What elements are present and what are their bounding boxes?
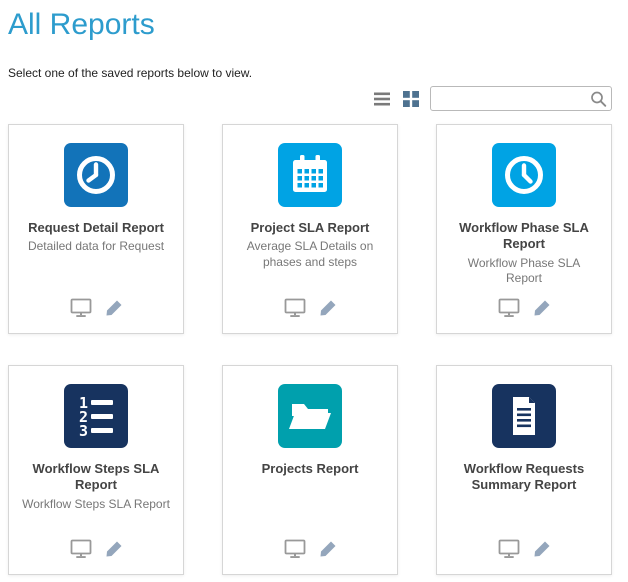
report-title: Project SLA Report [237, 220, 384, 236]
report-subtitle: Detailed data for Request [16, 239, 176, 255]
report-card-request-detail[interactable]: Request Detail Report Detailed data for … [8, 124, 184, 334]
card-footer [284, 539, 337, 559]
reports-grid: Request Detail Report Detailed data for … [8, 124, 612, 575]
card-footer [70, 539, 123, 559]
edit-report-icon[interactable] [533, 299, 551, 317]
view-report-icon[interactable] [70, 298, 92, 318]
search-icon[interactable] [590, 90, 607, 107]
card-footer [284, 298, 337, 318]
card-footer [498, 539, 551, 559]
view-report-icon[interactable] [284, 539, 306, 559]
calendar-icon [278, 143, 342, 207]
report-card-workflow-steps-sla[interactable]: 1 2 3 Workflow Steps SLA Report Workflow… [8, 365, 184, 575]
report-icon-tile [64, 143, 128, 207]
report-icon-tile [278, 143, 342, 207]
report-card-projects[interactable]: Projects Report [222, 365, 398, 575]
report-card-workflow-requests-summary[interactable]: Workflow Requests Summary Report [436, 365, 612, 575]
grid-view-button[interactable] [403, 91, 419, 107]
report-title: Request Detail Report [14, 220, 178, 236]
edit-report-icon[interactable] [533, 540, 551, 558]
clock-icon [492, 143, 556, 207]
list-view-icon [374, 92, 392, 106]
report-subtitle: Workflow Steps SLA Report [10, 497, 182, 513]
report-title: Workflow Steps SLA Report [9, 461, 183, 494]
report-icon-tile [278, 384, 342, 448]
view-report-icon[interactable] [70, 539, 92, 559]
report-card-workflow-phase-sla[interactable]: Workflow Phase SLA Report Workflow Phase… [436, 124, 612, 334]
search-box [430, 86, 612, 111]
page-title: All Reports [8, 8, 155, 42]
report-title: Projects Report [248, 461, 373, 477]
view-report-icon[interactable] [284, 298, 306, 318]
card-footer [70, 298, 123, 318]
card-footer [498, 298, 551, 318]
edit-report-icon[interactable] [319, 299, 337, 317]
view-toolbar [374, 86, 612, 111]
page-subtitle: Select one of the saved reports below to… [8, 66, 252, 80]
numbered-list-icon: 1 2 3 [64, 384, 128, 448]
document-icon [492, 384, 556, 448]
view-report-icon[interactable] [498, 539, 520, 559]
report-icon-tile [492, 384, 556, 448]
report-subtitle: Workflow Phase SLA Report [437, 256, 611, 287]
report-subtitle: Average SLA Details on phases and steps [223, 239, 397, 270]
search-input[interactable] [430, 86, 612, 111]
report-icon-tile: 1 2 3 [64, 384, 128, 448]
report-icon-tile [492, 143, 556, 207]
clock-icon [64, 143, 128, 207]
view-report-icon[interactable] [498, 298, 520, 318]
folder-open-icon [278, 384, 342, 448]
report-title: Workflow Requests Summary Report [437, 461, 611, 494]
report-title: Workflow Phase SLA Report [437, 220, 611, 253]
list-view-button[interactable] [374, 92, 392, 106]
edit-report-icon[interactable] [105, 540, 123, 558]
svg-text:3: 3 [79, 422, 88, 440]
all-reports-page: All Reports Select one of the saved repo… [0, 0, 628, 582]
edit-report-icon[interactable] [319, 540, 337, 558]
report-card-project-sla[interactable]: Project SLA Report Average SLA Details o… [222, 124, 398, 334]
edit-report-icon[interactable] [105, 299, 123, 317]
grid-view-icon [403, 91, 419, 107]
